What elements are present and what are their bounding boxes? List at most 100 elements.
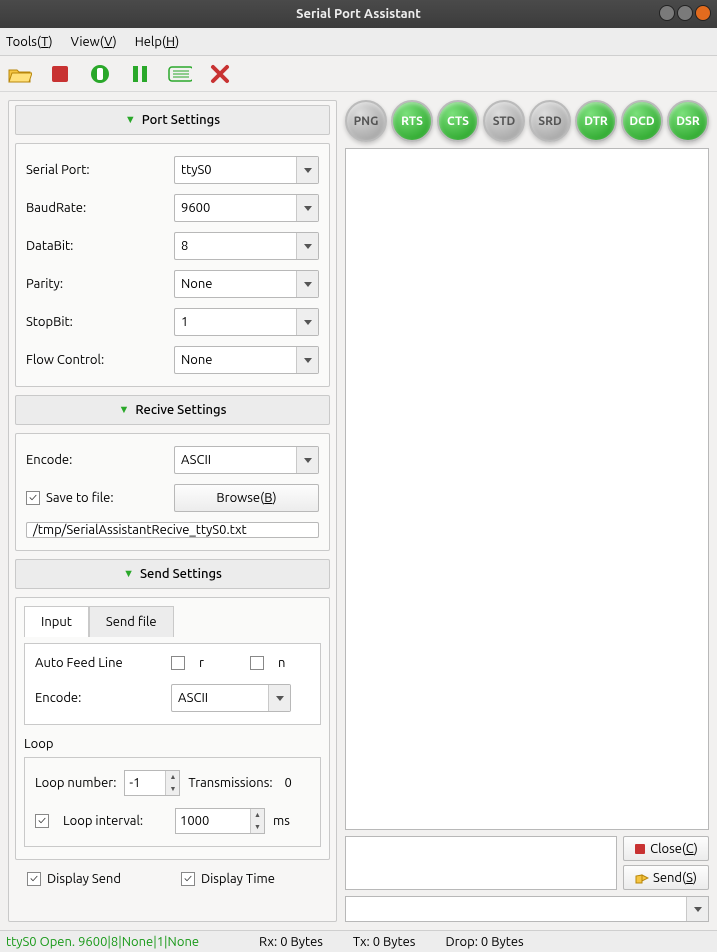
chevron-down-icon: ▼ <box>123 568 134 580</box>
send-button[interactable]: Send(S) <box>623 865 709 890</box>
loop-number-input[interactable]: -1▲▼ <box>124 770 180 796</box>
loop-interval-checkbox[interactable] <box>35 814 49 828</box>
receive-settings-body: Encode: ASCII Save to file: Browse(B) /t… <box>15 433 330 551</box>
display-send-label: Display Send <box>47 872 121 886</box>
led-png[interactable]: PNG <box>345 100 387 142</box>
open-icon[interactable] <box>8 62 32 86</box>
led-dcd[interactable]: DCD <box>621 100 663 142</box>
feed-r-checkbox[interactable] <box>171 656 185 670</box>
loop-interval-label: Loop interval: <box>63 814 167 828</box>
chevron-down-icon <box>296 309 318 335</box>
loop-label: Loop <box>24 737 321 751</box>
status-led-row: PNGRTSCTSSTDSRDDTRDCDDSR <box>345 100 709 142</box>
send-settings-label: Send Settings <box>140 567 222 581</box>
send-tabs: Input Send file <box>24 606 321 637</box>
tab-send-file[interactable]: Send file <box>89 606 174 637</box>
led-srd[interactable]: SRD <box>529 100 571 142</box>
save-to-file-checkbox[interactable] <box>26 491 40 505</box>
chevron-down-icon: ▼ <box>119 404 130 416</box>
chevron-down-icon <box>296 157 318 183</box>
close-port-button[interactable]: Close(C) <box>623 836 709 861</box>
save-to-file-label: Save to file: <box>46 491 114 505</box>
pause-icon[interactable] <box>128 62 152 86</box>
loop-box: Loop number: -1▲▼ Transmissions: 0 Loop … <box>24 757 321 847</box>
port-settings-label: Port Settings <box>142 113 220 127</box>
feed-r-label: r <box>199 656 204 670</box>
display-time-label: Display Time <box>201 872 275 886</box>
led-rts[interactable]: RTS <box>391 100 433 142</box>
close-icon[interactable] <box>208 62 232 86</box>
toolbar <box>0 56 717 92</box>
chevron-down-icon <box>268 685 290 711</box>
receive-textarea[interactable] <box>345 148 709 830</box>
chevron-down-icon <box>296 233 318 259</box>
recv-encode-select[interactable]: ASCII <box>174 446 319 474</box>
send-settings-header[interactable]: ▼ Send Settings <box>15 559 330 589</box>
display-time-checkbox[interactable] <box>181 872 195 886</box>
menu-view[interactable]: View(V) <box>71 35 117 49</box>
transmissions-value: 0 <box>285 776 292 790</box>
send-settings-body: Input Send file Auto Feed Line r n Encod… <box>15 597 330 860</box>
window-title: Serial Port Assistant <box>296 7 421 21</box>
right-panel: PNGRTSCTSSTDSRDDTRDCDDSR Close(C) Send(S… <box>345 100 709 922</box>
recv-encode-label: Encode: <box>26 453 166 467</box>
auto-feed-line-label: Auto Feed Line <box>35 656 163 670</box>
window-close-button[interactable] <box>695 5 711 21</box>
receive-settings-label: Recive Settings <box>135 403 226 417</box>
status-drop: Drop: 0 Bytes <box>445 935 523 949</box>
flowcontrol-select[interactable]: None <box>174 346 319 374</box>
port-settings-body: Serial Port: ttyS0 BaudRate: 9600 DataBi… <box>15 143 330 387</box>
send-row: Close(C) Send(S) <box>345 836 709 890</box>
stop-icon[interactable] <box>48 62 72 86</box>
serial-port-label: Serial Port: <box>26 163 166 177</box>
chevron-down-icon: ▼ <box>125 114 136 126</box>
parity-label: Parity: <box>26 277 166 291</box>
save-path-input[interactable]: /tmp/SerialAssistantRecive_ttyS0.txt <box>26 522 319 538</box>
port-settings-header[interactable]: ▼ Port Settings <box>15 105 330 135</box>
input-tab-panel: Auto Feed Line r n Encode: ASCII <box>24 643 321 725</box>
send-textarea[interactable] <box>345 836 617 890</box>
stopbit-label: StopBit: <box>26 315 166 329</box>
display-options: Display Send Display Time <box>15 868 330 894</box>
parity-select[interactable]: None <box>174 270 319 298</box>
chevron-down-icon <box>296 347 318 373</box>
led-std[interactable]: STD <box>483 100 525 142</box>
menu-tools[interactable]: Tools(T) <box>6 35 53 49</box>
databit-select[interactable]: 8 <box>174 232 319 260</box>
receive-settings-header[interactable]: ▼ Recive Settings <box>15 395 330 425</box>
status-rx: Rx: 0 Bytes <box>259 935 323 949</box>
send-encode-select[interactable]: ASCII <box>171 684 291 712</box>
window-controls <box>659 5 711 21</box>
chevron-down-icon <box>296 271 318 297</box>
status-tx: Tx: 0 Bytes <box>353 935 416 949</box>
send-encode-label: Encode: <box>35 691 163 705</box>
baudrate-label: BaudRate: <box>26 201 166 215</box>
status-bar: ttyS0 Open. 9600|8|None|1|None Rx: 0 Byt… <box>0 930 717 952</box>
feed-n-checkbox[interactable] <box>250 656 264 670</box>
flowcontrol-label: Flow Control: <box>26 353 166 367</box>
keyboard-icon[interactable] <box>168 62 192 86</box>
menu-bar: Tools(T) View(V) Help(H) <box>0 28 717 56</box>
minimize-button[interactable] <box>659 5 675 21</box>
serial-port-select[interactable]: ttyS0 <box>174 156 319 184</box>
loop-number-label: Loop number: <box>35 776 116 790</box>
refresh-icon[interactable] <box>88 62 112 86</box>
feed-n-label: n <box>278 656 285 670</box>
tab-input[interactable]: Input <box>24 606 89 637</box>
led-cts[interactable]: CTS <box>437 100 479 142</box>
stopbit-select[interactable]: 1 <box>174 308 319 336</box>
databit-label: DataBit: <box>26 239 166 253</box>
led-dsr[interactable]: DSR <box>667 100 709 142</box>
chevron-down-icon <box>686 897 708 921</box>
status-connection: ttyS0 Open. 9600|8|None|1|None <box>6 935 199 949</box>
transmissions-label: Transmissions: <box>188 776 272 790</box>
menu-help[interactable]: Help(H) <box>135 35 180 49</box>
baudrate-select[interactable]: 9600 <box>174 194 319 222</box>
browse-button[interactable]: Browse(B) <box>174 484 319 512</box>
main-area: ▼ Port Settings Serial Port: ttyS0 BaudR… <box>0 92 717 930</box>
history-select[interactable] <box>345 896 709 922</box>
loop-interval-input[interactable]: 1000▲▼ <box>175 808 265 834</box>
display-send-checkbox[interactable] <box>27 872 41 886</box>
led-dtr[interactable]: DTR <box>575 100 617 142</box>
maximize-button[interactable] <box>677 5 693 21</box>
